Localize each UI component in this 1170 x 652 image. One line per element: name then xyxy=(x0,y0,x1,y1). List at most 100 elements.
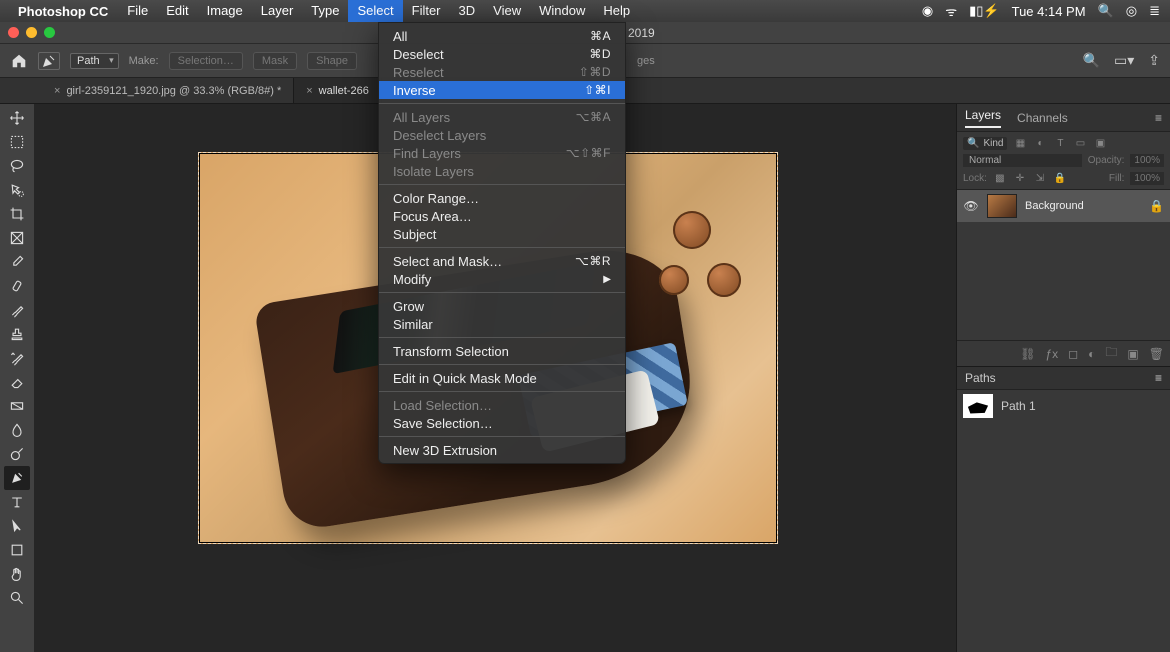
visibility-toggle-icon[interactable]: 👁 xyxy=(963,199,979,213)
menu-help[interactable]: Help xyxy=(594,0,639,22)
paths-tab[interactable]: Paths xyxy=(965,371,996,385)
eraser-tool-icon[interactable] xyxy=(4,370,30,394)
adjustment-icon[interactable]: ◐ xyxy=(1088,347,1095,361)
menu-modify[interactable]: Modify▶ xyxy=(379,270,625,288)
menu-file[interactable]: File xyxy=(118,0,157,22)
menu-select-and-mask[interactable]: Select and Mask…⌥⌘R xyxy=(379,252,625,270)
fill-value[interactable]: 100% xyxy=(1130,172,1164,185)
lasso-tool-icon[interactable] xyxy=(4,154,30,178)
frame-tool-icon[interactable] xyxy=(4,226,30,250)
menu-save-selection[interactable]: Save Selection… xyxy=(379,414,625,432)
filter-pixel-icon[interactable]: ▦ xyxy=(1013,136,1027,150)
cc-status-icon[interactable]: ◉ xyxy=(922,3,933,19)
brush-tool-icon[interactable] xyxy=(4,298,30,322)
make-mask-button[interactable]: Mask xyxy=(253,52,297,70)
share-icon[interactable]: ⇪ xyxy=(1148,52,1160,69)
path-mode-select[interactable]: Path xyxy=(70,53,119,69)
spotlight-icon[interactable]: 🔍 xyxy=(1098,3,1114,19)
battery-icon[interactable]: ▮▯⚡ xyxy=(969,3,1000,19)
delete-layer-icon[interactable]: 🗑 xyxy=(1149,347,1164,361)
siri-icon[interactable]: ◎ xyxy=(1126,3,1137,19)
move-tool-icon[interactable] xyxy=(4,106,30,130)
layers-tab[interactable]: Layers xyxy=(965,108,1001,128)
history-brush-tool-icon[interactable] xyxy=(4,346,30,370)
fx-icon[interactable]: ƒx xyxy=(1046,347,1059,361)
filter-type-icon[interactable]: T xyxy=(1053,136,1067,150)
clock[interactable]: Tue 4:14 PM xyxy=(1012,4,1086,19)
menu-color-range[interactable]: Color Range… xyxy=(379,189,625,207)
menu-grow[interactable]: Grow xyxy=(379,297,625,315)
filter-smart-icon[interactable]: ▣ xyxy=(1093,136,1107,150)
lock-artboard-icon[interactable]: ⇲ xyxy=(1033,171,1047,185)
lock-pixels-icon[interactable]: ▩ xyxy=(993,171,1007,185)
make-selection-button[interactable]: Selection… xyxy=(169,52,243,70)
menu-reselect[interactable]: Reselect⇧⌘D xyxy=(379,63,625,81)
new-layer-icon[interactable]: ▣ xyxy=(1127,347,1138,361)
type-tool-icon[interactable] xyxy=(4,490,30,514)
menu-quick-mask[interactable]: Edit in Quick Mask Mode xyxy=(379,369,625,387)
workspace-switcher-icon[interactable]: ▭▾ xyxy=(1114,52,1134,69)
menu-deselect-layers[interactable]: Deselect Layers xyxy=(379,126,625,144)
menu-3d[interactable]: 3D xyxy=(450,0,485,22)
opacity-value[interactable]: 100% xyxy=(1130,154,1164,167)
menu-all[interactable]: All⌘A xyxy=(379,27,625,45)
notification-center-icon[interactable]: ≣ xyxy=(1149,3,1160,19)
gradient-tool-icon[interactable] xyxy=(4,394,30,418)
group-icon[interactable]: 🗀 xyxy=(1105,343,1117,364)
menu-subject[interactable]: Subject xyxy=(379,225,625,243)
quick-select-tool-icon[interactable] xyxy=(4,178,30,202)
blend-mode-select[interactable]: Normal xyxy=(963,154,1082,167)
menu-all-layers[interactable]: All Layers⌥⌘A xyxy=(379,108,625,126)
search-docs-icon[interactable]: 🔍 xyxy=(1083,52,1100,69)
channels-tab[interactable]: Channels xyxy=(1017,111,1068,125)
home-icon[interactable] xyxy=(10,52,28,70)
window-minimize-icon[interactable] xyxy=(26,27,37,38)
layer-thumbnail[interactable] xyxy=(987,194,1017,218)
path-row[interactable]: Path 1 xyxy=(957,390,1170,422)
menu-layer[interactable]: Layer xyxy=(252,0,303,22)
filter-adjust-icon[interactable]: ◐ xyxy=(1033,136,1047,150)
wifi-icon[interactable]: ᯤ xyxy=(945,2,957,20)
menu-type[interactable]: Type xyxy=(302,0,348,22)
menu-inverse[interactable]: Inverse⇧⌘I xyxy=(379,81,625,99)
layer-row[interactable]: 👁 Background 🔒 xyxy=(957,190,1170,222)
menu-image[interactable]: Image xyxy=(198,0,252,22)
path-name[interactable]: Path 1 xyxy=(1001,399,1036,413)
layer-filter-kind[interactable]: 🔍Kind xyxy=(963,137,1007,150)
menu-similar[interactable]: Similar xyxy=(379,315,625,333)
path-select-tool-icon[interactable] xyxy=(4,514,30,538)
menu-transform-selection[interactable]: Transform Selection xyxy=(379,342,625,360)
close-tab-icon[interactable]: × xyxy=(306,85,312,97)
make-shape-button[interactable]: Shape xyxy=(307,52,357,70)
close-tab-icon[interactable]: × xyxy=(54,85,60,97)
panel-menu-icon[interactable]: ≡ xyxy=(1155,111,1162,125)
zoom-tool-icon[interactable] xyxy=(4,586,30,610)
crop-tool-icon[interactable] xyxy=(4,202,30,226)
menu-find-layers[interactable]: Find Layers⌥⇧⌘F xyxy=(379,144,625,162)
shape-tool-icon[interactable] xyxy=(4,538,30,562)
menu-deselect[interactable]: Deselect⌘D xyxy=(379,45,625,63)
menu-focus-area[interactable]: Focus Area… xyxy=(379,207,625,225)
heal-tool-icon[interactable] xyxy=(4,274,30,298)
eyedropper-tool-icon[interactable] xyxy=(4,250,30,274)
app-name[interactable]: Photoshop CC xyxy=(18,4,108,19)
doc-tab-2[interactable]: × wallet-266 xyxy=(294,78,382,103)
filter-shape-icon[interactable]: ▭ xyxy=(1073,136,1087,150)
hand-tool-icon[interactable] xyxy=(4,562,30,586)
menu-view[interactable]: View xyxy=(484,0,530,22)
menu-isolate-layers[interactable]: Isolate Layers xyxy=(379,162,625,180)
doc-tab-1[interactable]: × girl-2359121_1920.jpg @ 33.3% (RGB/8#)… xyxy=(42,78,294,103)
path-thumbnail[interactable] xyxy=(963,394,993,418)
marquee-tool-icon[interactable] xyxy=(4,130,30,154)
lock-all-icon[interactable]: 🔒 xyxy=(1053,171,1067,185)
layer-name[interactable]: Background xyxy=(1025,200,1141,212)
menu-load-selection[interactable]: Load Selection… xyxy=(379,396,625,414)
mask-icon[interactable]: ◻ xyxy=(1068,347,1078,361)
pen-tool-icon[interactable] xyxy=(4,466,30,490)
stamp-tool-icon[interactable] xyxy=(4,322,30,346)
menu-window[interactable]: Window xyxy=(530,0,594,22)
blur-tool-icon[interactable] xyxy=(4,418,30,442)
menu-select[interactable]: Select xyxy=(348,0,402,22)
menu-edit[interactable]: Edit xyxy=(157,0,197,22)
menu-filter[interactable]: Filter xyxy=(403,0,450,22)
